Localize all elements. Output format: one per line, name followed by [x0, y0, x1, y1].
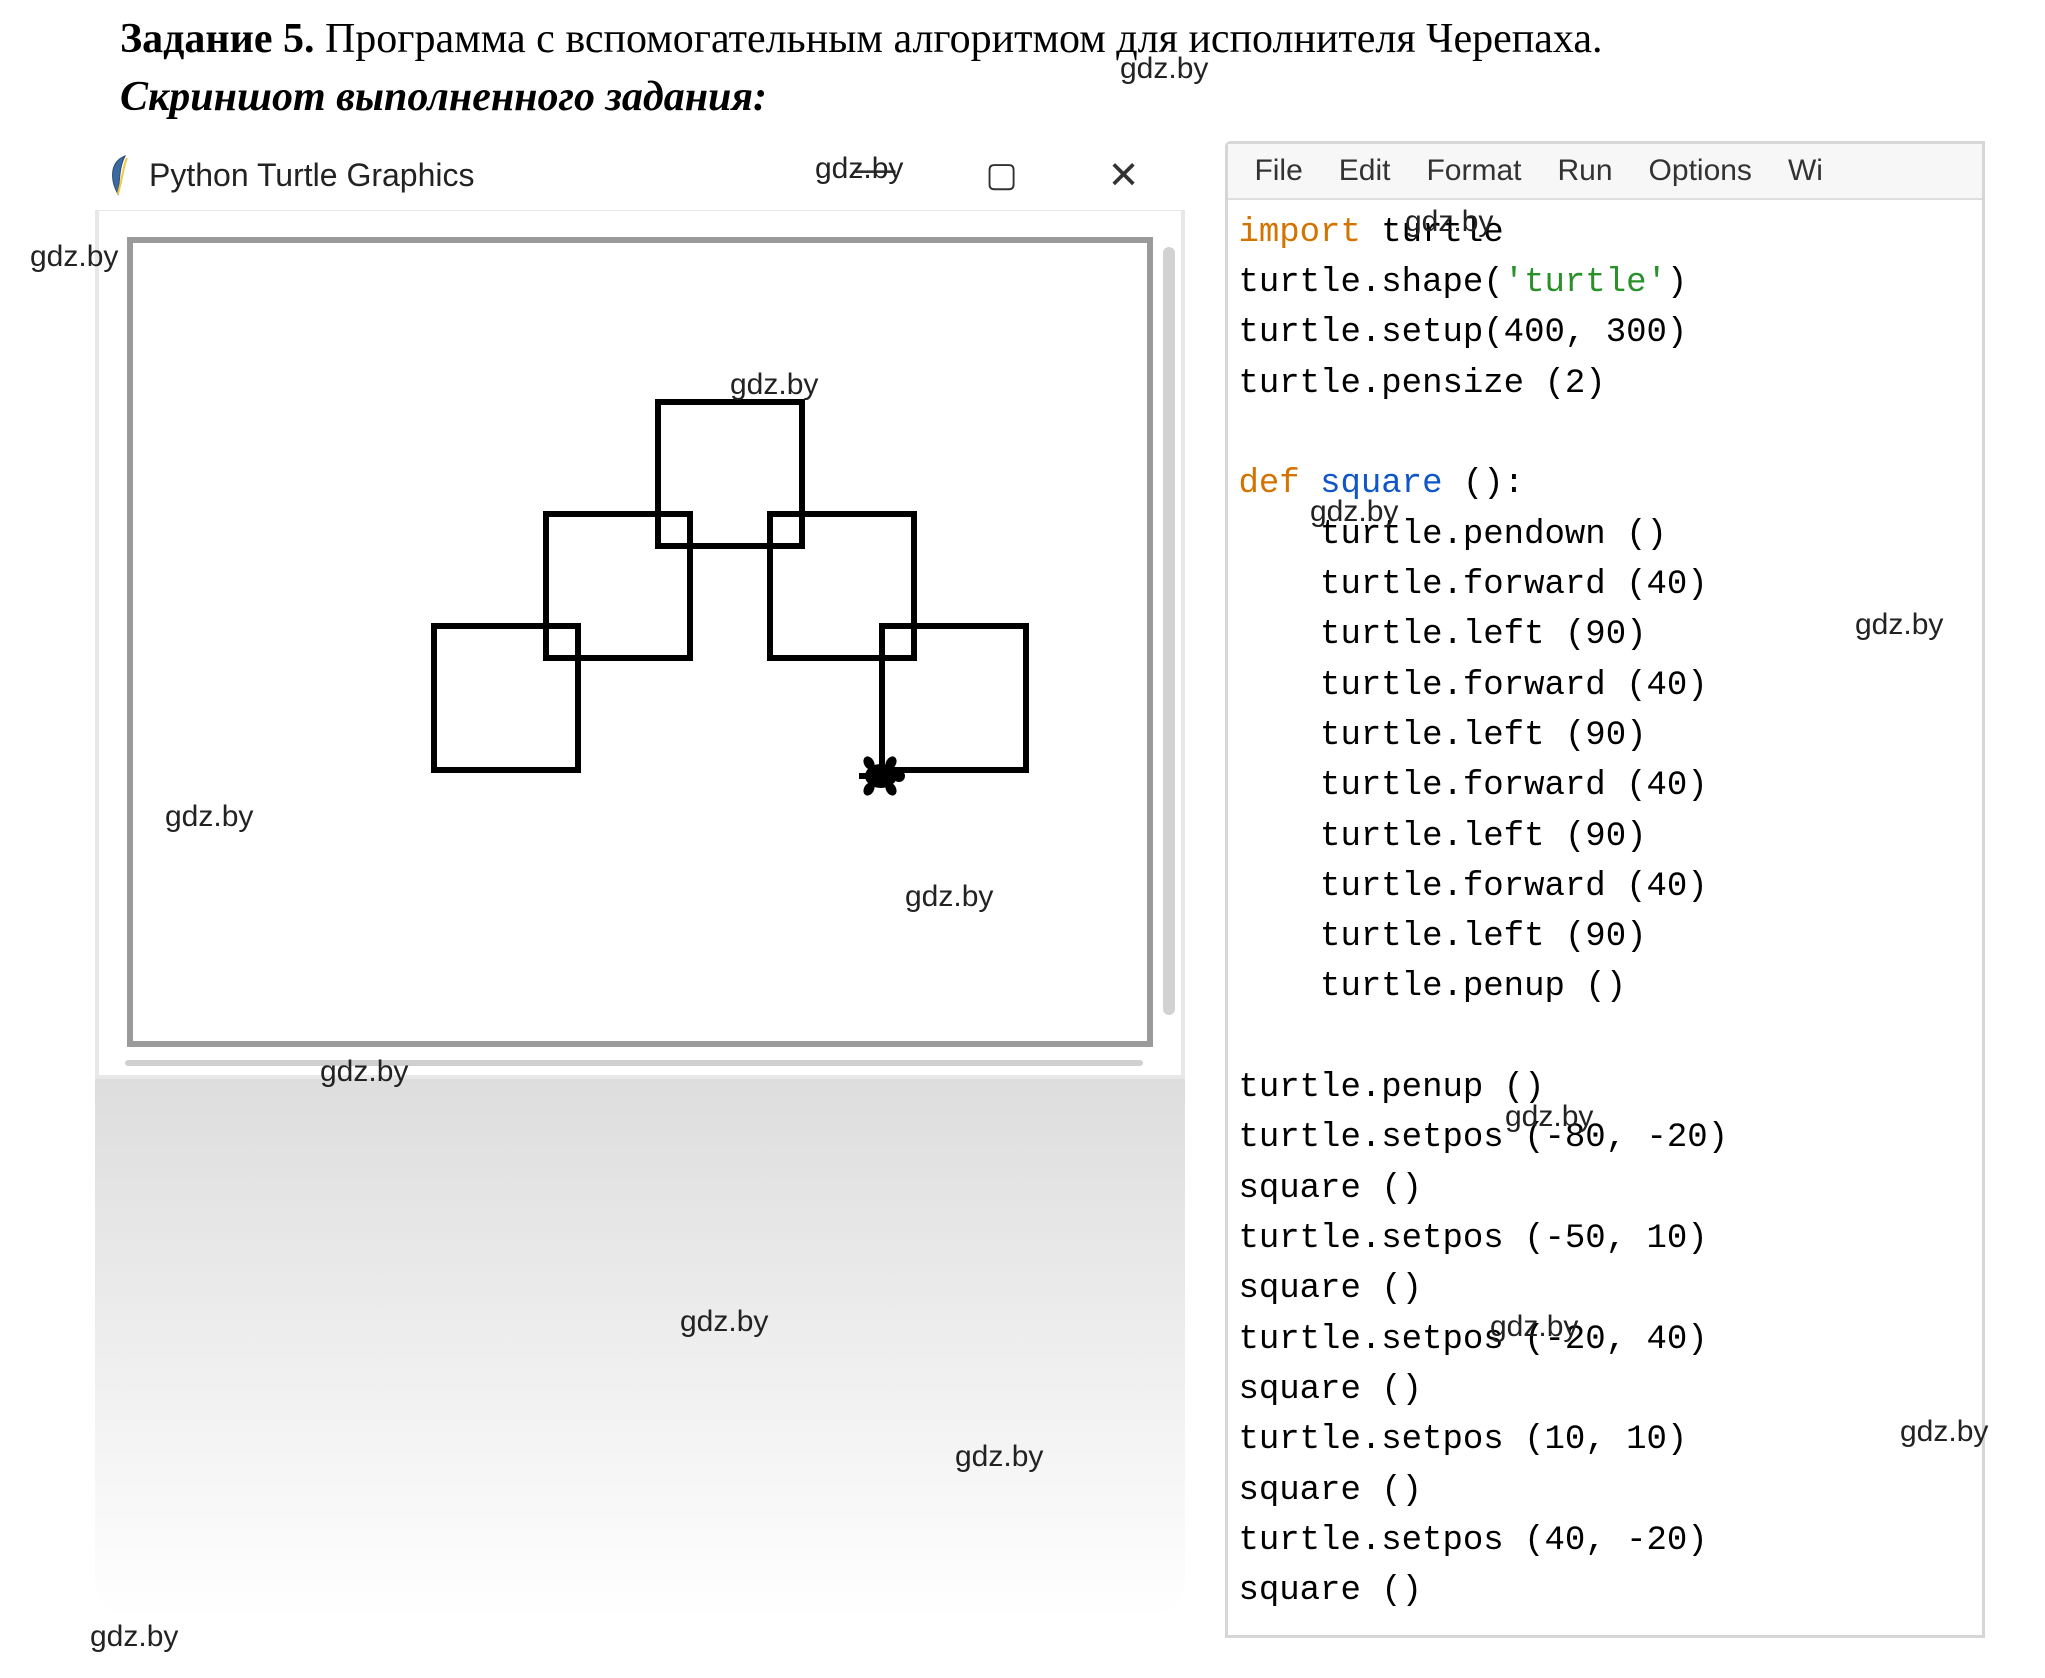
maximize-button[interactable]: ▢	[985, 155, 1017, 195]
code-text: turtle.pendown ()	[1238, 516, 1666, 554]
editor-menubar: File Edit Format Run Options Wi	[1228, 144, 1982, 200]
close-button[interactable]: ✕	[1108, 153, 1140, 198]
code-text: )	[1667, 264, 1687, 302]
menu-format[interactable]: Format	[1426, 154, 1521, 188]
code-text	[1300, 465, 1320, 503]
code-text: square ()	[1238, 1170, 1422, 1208]
python-feather-icon	[103, 154, 133, 196]
turtle-window-title: Python Turtle Graphics	[149, 157, 855, 194]
code-text: turtle.pensize (2)	[1238, 365, 1605, 403]
code-text: turtle.setpos (-20, 40)	[1238, 1321, 1707, 1359]
code-text: turtle.forward (40)	[1238, 566, 1707, 604]
code-text: square ()	[1238, 1371, 1422, 1409]
code-text: turtle.forward (40)	[1238, 667, 1707, 705]
screenshot-caption: Скриншот выполненного задания:	[60, 73, 1985, 121]
code-text: square ()	[1238, 1270, 1422, 1308]
code-string: 'turtle'	[1504, 264, 1667, 302]
code-kw-def: def	[1238, 465, 1299, 503]
vertical-scrollbar[interactable]	[1163, 247, 1175, 1015]
code-text: turtle.setup(400, 300)	[1238, 314, 1687, 352]
code-text: square ()	[1238, 1472, 1422, 1510]
turtle-canvas	[127, 237, 1153, 1047]
code-text: square ()	[1238, 1572, 1422, 1610]
menu-file[interactable]: File	[1254, 154, 1302, 188]
drawing-layer	[133, 243, 1147, 1041]
turtle-titlebar[interactable]: Python Turtle Graphics — ▢ ✕	[95, 141, 1185, 211]
code-text: turtle.setpos (10, 10)	[1238, 1421, 1687, 1459]
turtle-window: Python Turtle Graphics — ▢ ✕	[95, 141, 1185, 1619]
menu-edit[interactable]: Edit	[1339, 154, 1391, 188]
code-text: turtle.left (90)	[1238, 717, 1646, 755]
code-text: turtle.left (90)	[1238, 918, 1646, 956]
code-text: turtle	[1361, 214, 1504, 252]
horizontal-scrollbar[interactable]	[125, 1057, 1143, 1069]
window-controls: — ▢ ✕	[855, 153, 1169, 198]
task-text: Программа с вспомогательным алгоритмом д…	[314, 16, 1602, 62]
code-text: turtle.penup ()	[1238, 968, 1626, 1006]
minimize-button[interactable]: —	[855, 147, 895, 192]
code-text: turtle.setpos (-50, 10)	[1238, 1220, 1707, 1258]
turtle-canvas-container	[95, 211, 1185, 1079]
code-text: turtle.left (90)	[1238, 818, 1646, 856]
editor-window: File Edit Format Run Options Wi import t…	[1225, 141, 1985, 1638]
menu-run[interactable]: Run	[1558, 154, 1613, 188]
turtle-cursor-icon	[853, 753, 909, 799]
code-text: turtle.forward (40)	[1238, 868, 1707, 906]
code-kw-import: import	[1238, 214, 1360, 252]
code-text: turtle.setpos (-80, -20)	[1238, 1119, 1728, 1157]
code-text: turtle.setpos (40, -20)	[1238, 1522, 1707, 1560]
code-text: ():	[1442, 465, 1524, 503]
code-text: turtle.penup ()	[1238, 1069, 1544, 1107]
code-text: turtle.forward (40)	[1238, 767, 1707, 805]
menu-window-truncated[interactable]: Wi	[1788, 154, 1823, 188]
square-5	[879, 623, 1029, 773]
task-label: Задание 5.	[120, 16, 314, 62]
menu-options[interactable]: Options	[1649, 154, 1752, 188]
code-funcname: square	[1320, 465, 1442, 503]
code-text: turtle.left (90)	[1238, 616, 1646, 654]
code-editor-area[interactable]: import turtle turtle.shape('turtle') tur…	[1228, 200, 1982, 1635]
task-heading: Задание 5. Программа с вспомогательным а…	[60, 10, 1985, 69]
code-text: turtle.shape(	[1238, 264, 1503, 302]
window-shadow	[95, 1079, 1185, 1619]
